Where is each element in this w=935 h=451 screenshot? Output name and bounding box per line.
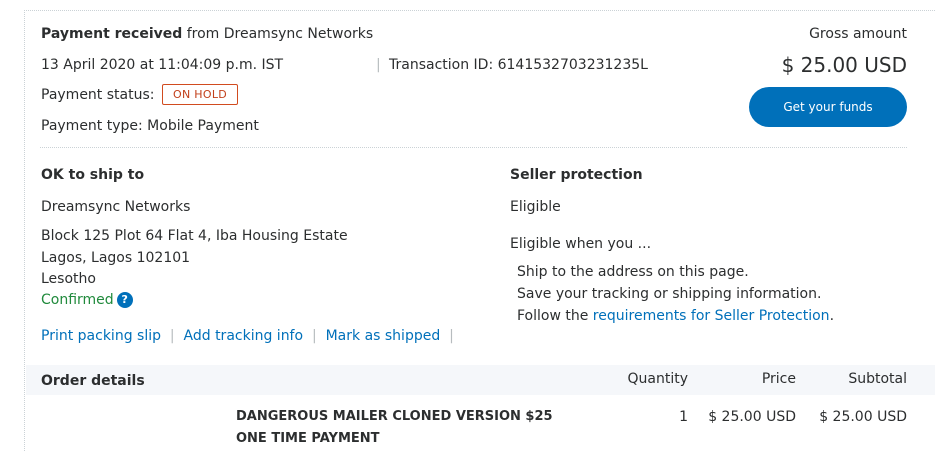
payment-type: Payment type: Mobile Payment — [41, 118, 259, 134]
seller-protection-item: Save your tracking or shipping informati… — [517, 286, 822, 302]
divider — [40, 147, 907, 148]
column-header-price: Price — [761, 371, 796, 387]
order-item-quantity: 1 — [679, 409, 688, 425]
payment-from-text: from Dreamsync Networks — [186, 26, 374, 42]
order-item-subtotal: $ 25.00 USD — [819, 409, 907, 425]
address-line-1: Block 125 Plot 64 Flat 4, Iba Housing Es… — [41, 228, 348, 244]
status-badge: ON HOLD — [162, 84, 239, 105]
seller-protection-requirements-link[interactable]: requirements for Seller Protection — [593, 308, 830, 324]
column-header-subtotal: Subtotal — [848, 371, 907, 387]
order-item-name-line-2: ONE TIME PAYMENT — [236, 431, 380, 446]
address-line-2: Lagos, Lagos 102101 — [41, 250, 191, 266]
seller-protection-item: Ship to the address on this page. — [517, 264, 749, 280]
address-confirmed-row: Confirmed? — [41, 290, 133, 310]
order-details-heading: Order details — [41, 373, 145, 389]
get-your-funds-button[interactable]: Get your funds — [749, 87, 907, 127]
seller-protection-heading: Seller protection — [510, 167, 643, 183]
seller-protection-item: Follow the requirements for Seller Prote… — [517, 306, 834, 326]
ship-to-name: Dreamsync Networks — [41, 199, 191, 215]
order-details-header — [26, 365, 935, 395]
column-header-quantity: Quantity — [627, 371, 689, 387]
seller-protection-status: Eligible — [510, 199, 561, 215]
seller-protection-item-suffix: . — [829, 308, 835, 324]
address-confirmed-status: Confirmed — [41, 292, 114, 308]
ship-to-heading: OK to ship to — [41, 167, 145, 183]
seller-protection-when: Eligible when you ... — [510, 236, 652, 252]
payment-received-line: Payment received from Dreamsync Networks — [41, 24, 373, 44]
mark-as-shipped-link[interactable]: Mark as shipped — [326, 328, 441, 344]
order-item-price: $ 25.00 USD — [708, 409, 796, 425]
payment-status-label: Payment status: — [41, 87, 155, 103]
separator: | — [444, 328, 454, 344]
payment-received-label: Payment received — [41, 26, 183, 42]
transaction-datetime: 13 April 2020 at 11:04:09 p.m. IST — [41, 57, 284, 73]
address-line-3: Lesotho — [41, 271, 96, 287]
gross-amount-value: $ 25.00 USD — [781, 53, 907, 77]
shipping-actions: Print packing slip | Add tracking info |… — [41, 326, 454, 346]
seller-protection-item-prefix: Follow the — [517, 308, 589, 324]
gross-amount-label: Gross amount — [809, 26, 907, 42]
transaction-id: Transaction ID: 6141532703231235L — [389, 57, 648, 73]
add-tracking-info-link[interactable]: Add tracking info — [184, 328, 304, 344]
separator: | — [165, 328, 180, 344]
order-item-name-line-1: DANGEROUS MAILER CLONED VERSION $25 — [236, 409, 553, 424]
print-packing-slip-link[interactable]: Print packing slip — [41, 328, 161, 344]
separator: | — [376, 57, 381, 73]
help-icon[interactable]: ? — [116, 292, 133, 308]
separator: | — [307, 328, 322, 344]
